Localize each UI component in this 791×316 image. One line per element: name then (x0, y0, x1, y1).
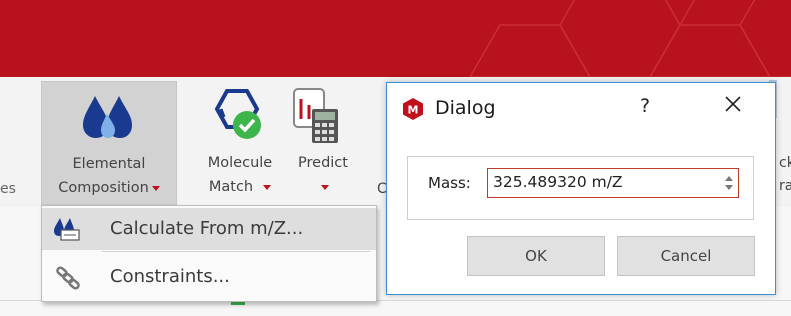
top-banner (0, 0, 791, 77)
molecule-label-line2: Match (208, 179, 254, 195)
close-icon[interactable] (720, 91, 746, 117)
partial-right-label-2: ra (779, 178, 791, 194)
chain-link-icon (56, 266, 80, 290)
molecule-label-line2-wrap: Match (195, 178, 285, 197)
molecule-label-line1: Molecule (207, 155, 273, 171)
drops-icon (83, 96, 132, 138)
menu-item-constraints[interactable]: Constraints... (42, 256, 376, 298)
dropdown-caret-icon (263, 184, 272, 190)
mass-group: Mass: 325.489320 m/Z (407, 156, 754, 220)
elemental-composition-button[interactable]: Elemental Composition (41, 81, 177, 205)
mass-input[interactable]: 325.489320 m/Z (487, 168, 739, 198)
molecule-match-button[interactable]: Molecule Match (195, 81, 285, 205)
menu-separator (102, 251, 370, 252)
predict-button[interactable]: Predict (288, 81, 358, 205)
cancel-button[interactable]: Cancel (617, 236, 755, 276)
svg-text:M: M (408, 104, 419, 117)
app-logo-icon: M (403, 98, 423, 120)
dropdown-caret-icon (151, 185, 160, 191)
mass-dialog: M Dialog ? Mass: 325.489320 m/Z OK Cance… (386, 82, 776, 295)
partial-right-label-1: ck (779, 155, 791, 171)
elemental-composition-menu: Calculate From m/Z... Constraints... (41, 205, 377, 302)
elemental-label-line2-wrap: Composition (42, 179, 176, 198)
partial-ribbon-label: es (0, 181, 16, 197)
menu-item-label: Calculate From m/Z... (110, 218, 304, 239)
spin-arrows-icon[interactable] (724, 172, 734, 194)
predict-caret-wrap (288, 178, 358, 197)
hex-pattern (469, 0, 791, 77)
mass-label: Mass: (428, 174, 471, 192)
predict-label: Predict (298, 155, 348, 171)
dialog-title: Dialog (435, 97, 496, 119)
mass-value: 325.489320 m/Z (493, 173, 623, 191)
predict-calculator-icon (293, 88, 338, 143)
molecule-check-icon (214, 89, 261, 139)
elemental-label-line1: Elemental (72, 156, 146, 172)
menu-item-calculate-from-mz[interactable]: Calculate From m/Z... (42, 208, 376, 250)
calculate-icon (54, 218, 80, 241)
help-button[interactable]: ? (640, 95, 650, 117)
elemental-label-line2: Composition (58, 180, 149, 196)
menu-item-label: Constraints... (110, 266, 230, 287)
dropdown-caret-icon (320, 184, 329, 190)
ok-button[interactable]: OK (467, 236, 605, 276)
